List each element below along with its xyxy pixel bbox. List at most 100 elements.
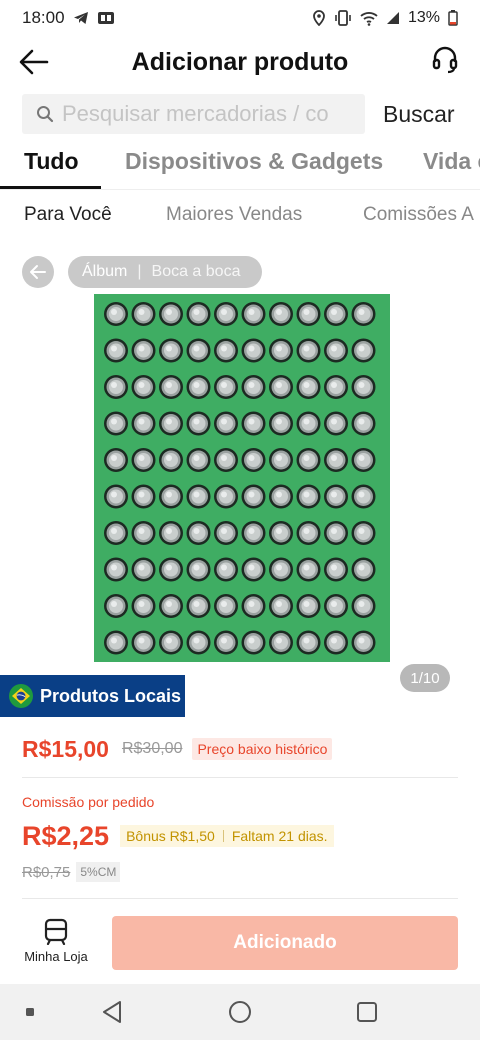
album-tab[interactable]: Álbum	[82, 263, 127, 281]
recents-dot-icon[interactable]	[26, 1008, 34, 1016]
coin-cell	[104, 630, 128, 655]
brazil-flag-icon	[9, 684, 33, 708]
arrow-left-icon	[19, 49, 49, 75]
coin-cell	[269, 557, 293, 582]
coin-cell	[241, 375, 266, 399]
coin-cell	[296, 375, 321, 399]
arrow-left-icon	[30, 265, 46, 279]
coin-cell	[159, 484, 183, 509]
coin-cell	[186, 338, 211, 363]
coin-cell	[351, 338, 376, 363]
coin-cell	[269, 448, 293, 472]
coin-cell	[104, 302, 128, 326]
lowest-price-badge: Preço baixo histórico	[192, 738, 333, 760]
coin-cell	[241, 630, 266, 655]
coin-cell	[159, 375, 183, 399]
coin-cell	[214, 338, 238, 363]
coin-cell	[104, 594, 128, 618]
status-bar: 18:00 13%	[0, 0, 480, 36]
subtab-para-voce[interactable]: Para Você	[24, 204, 112, 226]
store-icon	[44, 918, 68, 945]
search-input[interactable]	[62, 101, 362, 127]
coin-cell	[131, 338, 156, 363]
battery-percent: 13%	[407, 9, 440, 26]
page-title: Adicionar produto	[131, 47, 349, 76]
coin-cell	[324, 630, 348, 655]
coin-cell	[131, 521, 156, 545]
coin-cell	[351, 630, 376, 655]
search-button[interactable]: Buscar	[383, 101, 455, 128]
battery-tray-image	[104, 302, 376, 655]
coin-cell	[131, 448, 156, 472]
customer-support-button[interactable]	[430, 44, 462, 78]
subtab-maiores-vendas[interactable]: Maiores Vendas	[166, 204, 302, 226]
coin-cell	[186, 448, 211, 472]
coin-cell	[159, 557, 183, 582]
nav-back-icon[interactable]	[101, 1000, 123, 1024]
coin-cell	[269, 630, 293, 655]
coin-cell	[186, 411, 211, 436]
tab-tudo[interactable]: Tudo	[24, 148, 79, 175]
divider	[22, 777, 458, 778]
coin-cell	[214, 484, 238, 509]
coin-cell	[324, 484, 348, 509]
coin-cell	[324, 302, 348, 326]
coin-cell	[296, 448, 321, 472]
coin-cell	[296, 484, 321, 509]
coin-cell	[214, 302, 238, 326]
coin-cell	[214, 594, 238, 618]
search-box[interactable]	[22, 94, 365, 134]
tab-vida[interactable]: Vida e	[423, 148, 480, 175]
coin-cell	[159, 521, 183, 545]
coin-cell	[214, 521, 238, 545]
coin-cell	[296, 594, 321, 618]
coin-cell	[296, 302, 321, 326]
coin-cell	[241, 448, 266, 472]
coin-cell	[131, 557, 156, 582]
coin-cell	[269, 302, 293, 326]
coin-cell	[324, 557, 348, 582]
reviews-tab[interactable]: Boca a boca	[152, 263, 241, 281]
coin-cell	[269, 338, 293, 363]
coin-cell	[351, 448, 376, 472]
added-button[interactable]: Adicionado	[112, 916, 458, 970]
commission-label: Comissão por pedido	[22, 794, 155, 810]
album-separator: |	[137, 263, 142, 280]
coin-cell	[214, 375, 238, 399]
coin-cell	[324, 448, 348, 472]
coin-cell	[269, 411, 293, 436]
coin-cell	[186, 484, 211, 509]
coin-cell	[186, 594, 211, 618]
coin-cell	[269, 375, 293, 399]
coin-cell	[159, 411, 183, 436]
coin-cell	[131, 630, 156, 655]
my-store-button[interactable]: Minha Loja	[16, 917, 96, 973]
coin-cell	[159, 594, 183, 618]
bonus-time-left: Faltam 21 dias.	[231, 828, 328, 844]
tab-dispositivos-gadgets[interactable]: Dispositivos & Gadgets	[125, 148, 383, 175]
coin-cell	[296, 338, 321, 363]
album-back-button[interactable]	[22, 256, 54, 288]
coin-cell	[351, 557, 376, 582]
local-products-label: Produtos Locais	[40, 685, 182, 706]
nav-home-icon[interactable]	[228, 1000, 252, 1024]
coin-cell	[324, 594, 348, 618]
search-icon	[37, 106, 54, 123]
system-nav-bar	[0, 984, 480, 1040]
coin-cell	[214, 448, 238, 472]
coin-cell	[131, 302, 156, 326]
coin-cell	[241, 557, 266, 582]
image-counter: 1/10	[400, 664, 450, 692]
commission-row: R$2,25 Bônus R$1,50 Faltam 21 dias.	[22, 818, 462, 854]
coin-cell	[131, 594, 156, 618]
subtab-comissoes[interactable]: Comissões A	[363, 204, 474, 226]
coin-cell	[104, 448, 128, 472]
headset-icon	[432, 46, 458, 74]
coin-cell	[351, 484, 376, 509]
active-tab-indicator	[0, 186, 101, 189]
album-toggle: Álbum | Boca a boca	[68, 256, 262, 288]
product-image[interactable]	[94, 294, 390, 662]
back-button[interactable]	[18, 46, 58, 78]
nav-overview-icon[interactable]	[356, 1001, 378, 1023]
original-price: R$30,00	[121, 740, 183, 757]
